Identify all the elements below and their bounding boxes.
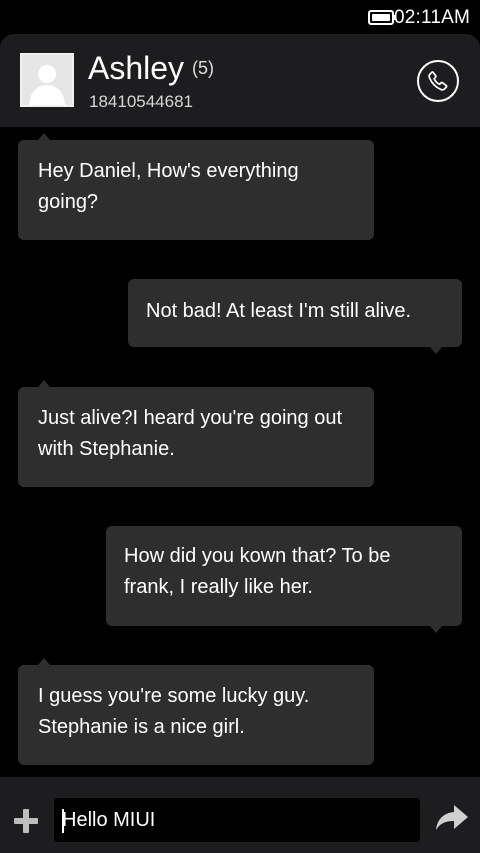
message-count-badge: (5) (192, 58, 214, 78)
status-bar: 02:11AM (0, 0, 480, 34)
message-bubble-incoming[interactable]: Hey Daniel, How's everything going? (18, 133, 374, 240)
message-text: Not bad! At least I'm still alive. (146, 300, 412, 322)
composer-bar (0, 777, 480, 853)
message-text: Just alive?I heard you're going out with… (38, 407, 343, 460)
message-bubble-incoming[interactable]: I guess you're some lucky guy. Stephanie… (18, 658, 374, 765)
default-avatar-icon[interactable] (20, 53, 74, 107)
conversation-header: Ashley (5) 18410544681 (0, 34, 480, 127)
phone-icon (428, 71, 448, 91)
message-thread[interactable]: Hey Daniel, How's everything going? Not … (0, 127, 480, 777)
call-button[interactable] (417, 60, 459, 102)
message-bubble-outgoing[interactable]: How did you kown that? To be frank, I re… (106, 526, 462, 633)
contact-phone-number: 18410544681 (89, 92, 194, 111)
battery-icon (368, 10, 394, 25)
text-cursor (62, 809, 64, 833)
message-text: I guess you're some lucky guy. Stephanie… (38, 685, 310, 738)
message-text: How did you kown that? To be frank, I re… (124, 545, 391, 598)
message-text: Hey Daniel, How's everything going? (38, 160, 299, 213)
send-arrow-icon (436, 805, 468, 830)
message-bubble-outgoing[interactable]: Not bad! At least I'm still alive. (128, 279, 462, 354)
send-button[interactable] (434, 803, 470, 833)
message-input[interactable] (54, 798, 420, 842)
plus-icon[interactable] (12, 807, 40, 835)
message-bubble-incoming[interactable]: Just alive?I heard you're going out with… (18, 380, 374, 487)
contact-name: Ashley (88, 50, 185, 86)
status-time: 02:11AM (393, 7, 470, 28)
